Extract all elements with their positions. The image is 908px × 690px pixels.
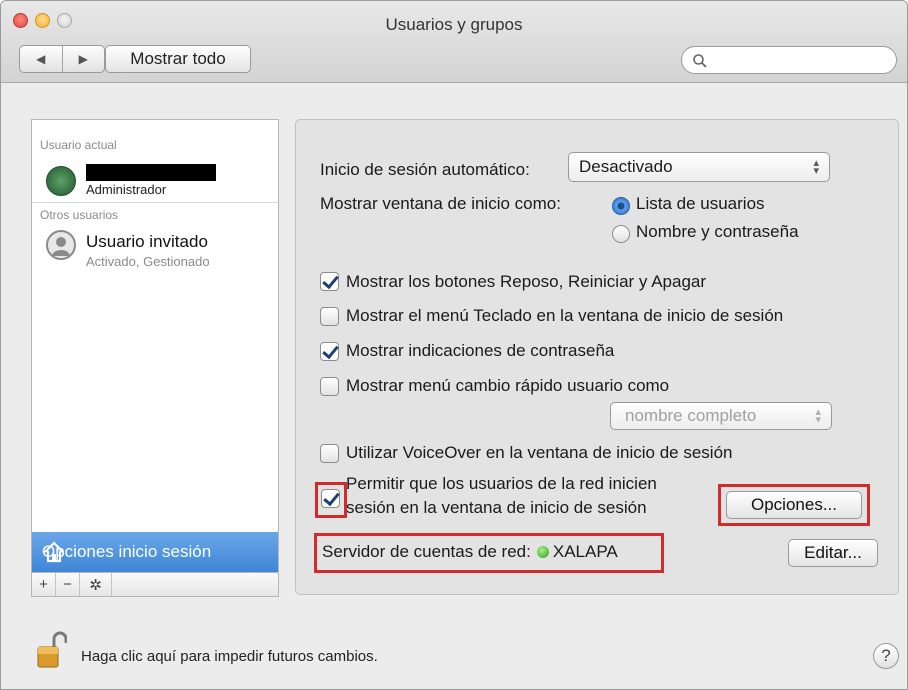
auto-login-popup[interactable]: Desactivado ▴ ▾ <box>568 152 830 182</box>
search-icon <box>693 54 707 68</box>
gear-icon[interactable]: ✲ <box>80 573 112 596</box>
lock-open-icon[interactable] <box>37 631 67 671</box>
guest-user-status: Activado, Gestionado <box>86 254 210 269</box>
server-status-icon <box>536 545 549 558</box>
redacted-username <box>86 164 216 181</box>
network-users-label-line1: Permitir que los usuarios de la red inic… <box>346 474 657 493</box>
checkbox-fast-user-switch[interactable] <box>320 377 339 396</box>
checkbox-voiceover[interactable] <box>320 444 339 463</box>
users-sidebar: Usuario actual Administrador Otros usuar… <box>31 119 279 597</box>
auto-login-label: Inicio de sesión automático: <box>320 160 530 179</box>
sidebar-item-login-options[interactable]: Opciones inicio sesión <box>32 532 278 572</box>
auto-login-value: Desactivado <box>579 157 673 176</box>
window-title: Usuarios y grupos <box>385 15 523 34</box>
options-button[interactable]: Opciones... <box>726 491 862 519</box>
checkbox-show-password-hints-label: Mostrar indicaciones de contraseña <box>346 341 615 360</box>
checkbox-voiceover-label: Utilizar VoiceOver en la ventana de inic… <box>346 443 733 462</box>
admin-avatar <box>46 166 76 196</box>
radio-name-password-label: Nombre y contraseña <box>636 222 799 241</box>
checkbox-network-users[interactable] <box>321 489 340 508</box>
title-bar: Usuarios y grupos ◀ ▶ Mostrar todo <box>1 1 907 83</box>
checkbox-show-input-menu-label: Mostrar el menú Teclado en la ventana de… <box>346 306 784 325</box>
checkbox-show-power-buttons-label: Mostrar los botones Reposo, Reiniciar y … <box>346 272 707 291</box>
remove-user-button[interactable]: − <box>56 573 80 596</box>
fast-switch-popup[interactable]: nombre completo ▴ ▾ <box>610 402 832 430</box>
radio-name-password[interactable] <box>612 225 630 243</box>
sidebar-toolbar: + − ✲ <box>32 572 278 596</box>
network-server-name: XALAPA <box>552 542 618 561</box>
current-user-header: Usuario actual <box>40 138 117 152</box>
display-window-label: Mostrar ventana de inicio como: <box>320 194 561 213</box>
fast-switch-value: nombre completo <box>625 406 757 425</box>
checkbox-show-input-menu[interactable] <box>320 307 339 326</box>
popup-arrows-icon: ▴ ▾ <box>815 406 821 426</box>
checkbox-fast-user-switch-label: Mostrar menú cambio rápido usuario como <box>346 376 670 395</box>
guest-user-name: Usuario invitado <box>86 232 208 251</box>
radio-user-list-label: Lista de usuarios <box>636 194 765 213</box>
network-server-label: Servidor de cuentas de red: <box>322 542 531 561</box>
preferences-window: Usuarios y grupos ◀ ▶ Mostrar todo Usuar… <box>0 0 908 690</box>
show-all-button[interactable]: Mostrar todo <box>105 45 251 73</box>
back-arrow-icon[interactable]: ◀ <box>20 46 62 72</box>
network-users-label-line2: sesión en la ventana de inicio de sesión <box>346 498 647 517</box>
edit-button[interactable]: Editar... <box>788 539 878 567</box>
other-users-header: Otros usuarios <box>40 208 119 222</box>
login-options-panel: Inicio de sesión automático: Desactivado… <box>295 119 899 595</box>
admin-role-label: Administrador <box>86 182 167 197</box>
divider <box>32 202 278 203</box>
checkbox-show-password-hints[interactable] <box>320 342 339 361</box>
radio-user-list[interactable] <box>612 197 630 215</box>
guest-avatar-icon <box>46 230 76 260</box>
add-user-button[interactable]: + <box>32 573 56 596</box>
nav-back-forward: ◀ ▶ <box>19 45 105 73</box>
help-button[interactable]: ? <box>873 643 899 669</box>
search-field[interactable] <box>681 46 897 74</box>
checkbox-show-power-buttons[interactable] <box>320 272 339 291</box>
popup-arrows-icon: ▴ ▾ <box>813 157 819 177</box>
forward-arrow-icon[interactable]: ▶ <box>61 46 105 72</box>
login-options-label: Opciones inicio sesión <box>42 542 212 561</box>
network-server-row: Servidor de cuentas de red: XALAPA <box>322 542 618 562</box>
lock-message[interactable]: Haga clic aquí para impedir futuros camb… <box>81 648 378 665</box>
